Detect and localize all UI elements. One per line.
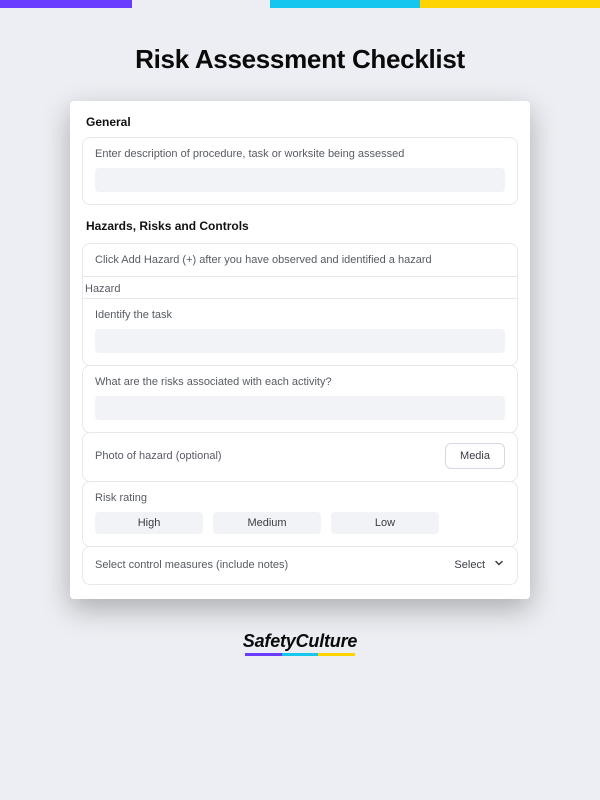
rating-medium-button[interactable]: Medium: [213, 512, 321, 534]
rating-high-button[interactable]: High: [95, 512, 203, 534]
section-hazards-heading: Hazards, Risks and Controls: [86, 219, 514, 233]
chevron-down-icon: [493, 557, 505, 572]
control-measures-select[interactable]: Select: [454, 557, 505, 572]
risk-rating-label: Risk rating: [95, 492, 505, 504]
description-input[interactable]: [95, 168, 505, 192]
identify-task-block: Identify the task: [82, 298, 518, 366]
description-block: Enter description of procedure, task or …: [82, 137, 518, 205]
section-general-heading: General: [86, 115, 514, 129]
risk-rating-block: Risk rating High Medium Low: [82, 481, 518, 547]
brand-logo-text: SafetyCulture: [243, 631, 357, 652]
photo-label: Photo of hazard (optional): [95, 450, 222, 462]
identify-task-label: Identify the task: [95, 309, 505, 321]
hazard-subheading: Hazard: [82, 277, 518, 299]
brand-logo-underline: [245, 653, 355, 656]
media-button[interactable]: Media: [445, 443, 505, 469]
risks-input[interactable]: [95, 396, 505, 420]
control-measures-block: Select control measures (include notes) …: [82, 546, 518, 585]
photo-block: Photo of hazard (optional) Media: [82, 432, 518, 482]
page-title: Risk Assessment Checklist: [0, 44, 600, 75]
select-label: Select: [454, 559, 485, 571]
risks-block: What are the risks associated with each …: [82, 365, 518, 433]
rating-low-button[interactable]: Low: [331, 512, 439, 534]
risks-label: What are the risks associated with each …: [95, 376, 505, 388]
checklist-card: General Enter description of procedure, …: [70, 101, 530, 599]
brand-logo: SafetyCulture: [0, 631, 600, 656]
identify-task-input[interactable]: [95, 329, 505, 353]
control-measures-label: Select control measures (include notes): [95, 559, 288, 571]
brand-top-stripe: [0, 0, 600, 8]
hazards-instruction: Click Add Hazard (+) after you have obse…: [82, 243, 518, 277]
description-label: Enter description of procedure, task or …: [95, 148, 505, 160]
